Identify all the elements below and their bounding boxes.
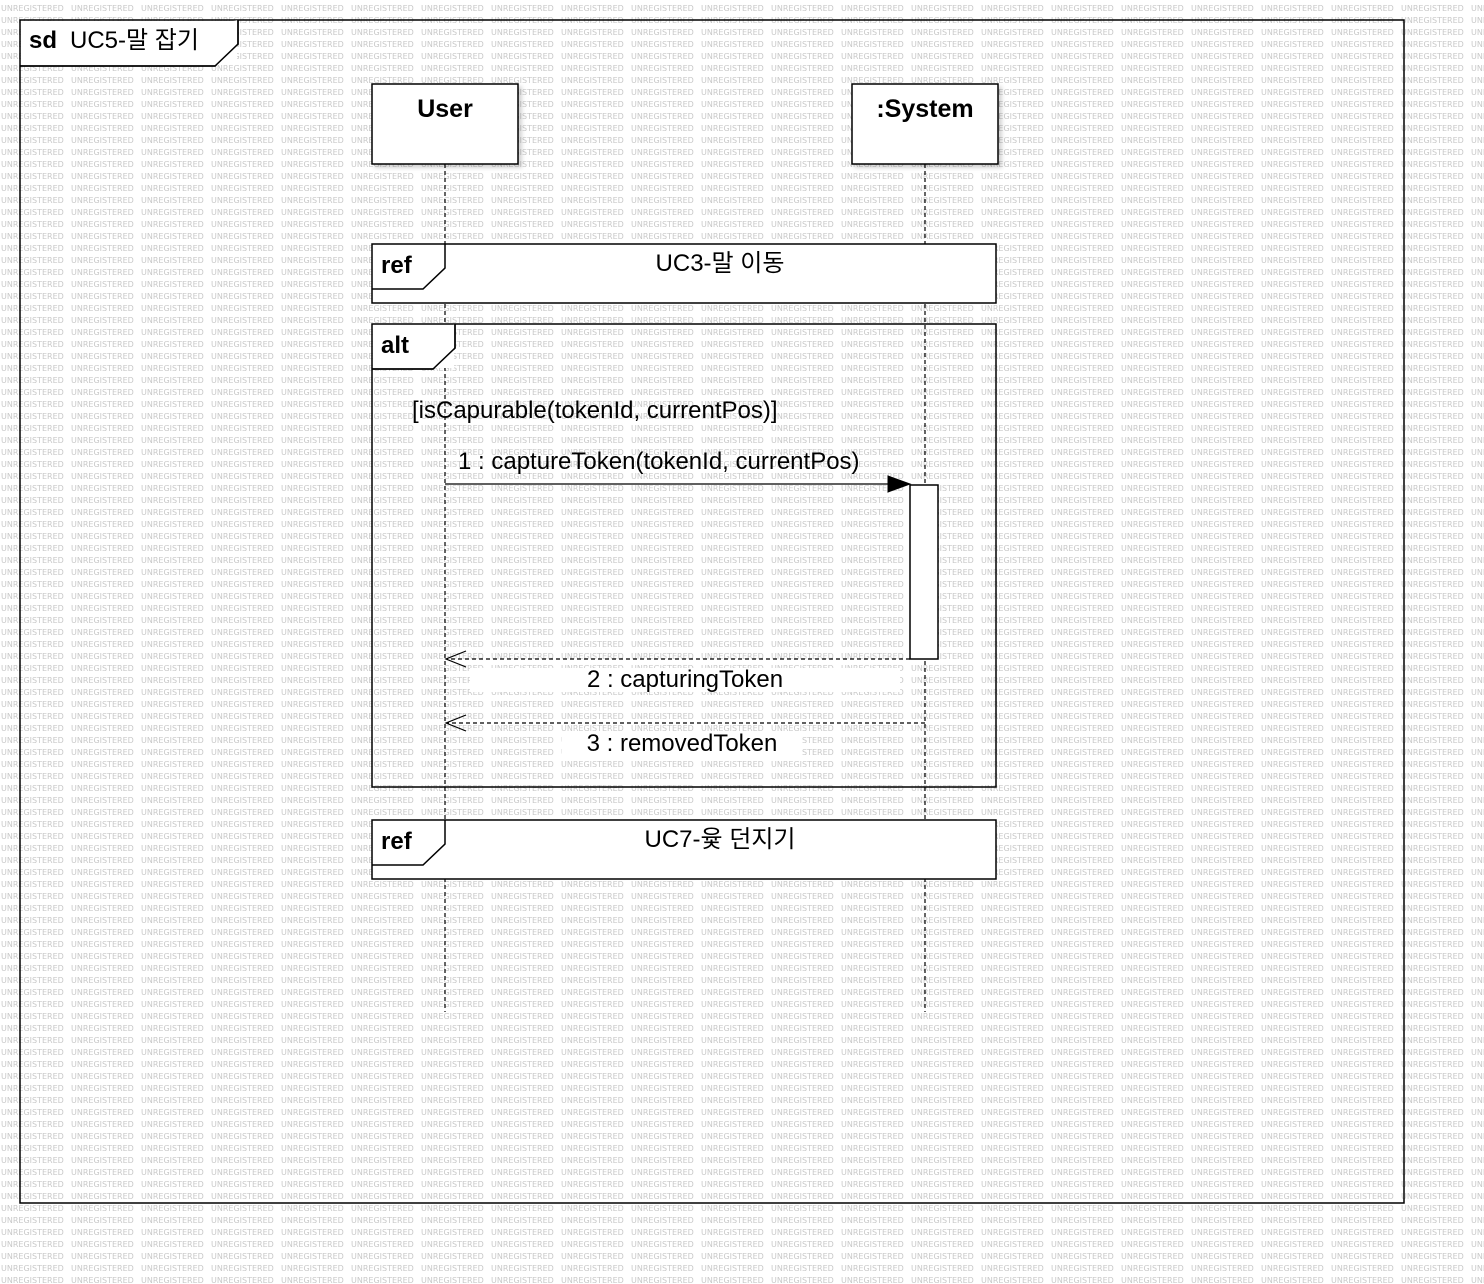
sd-frame-title: UC5-말 잡기 — [70, 27, 199, 54]
message-3-label: 3 : removedToken — [562, 732, 802, 756]
sd-frame-keyword: sd — [29, 27, 58, 54]
sequence-diagram-canvas: UNREGISTERED — [0, 0, 1484, 1284]
ref-fragment-uc3-label: UC3-말 이동 — [655, 250, 785, 277]
alt-fragment-operator: alt — [381, 332, 410, 359]
system-activation-bar[interactable] — [909, 484, 939, 660]
ref-fragment-uc7-label: UC7-윷 던지기 — [644, 826, 796, 853]
ref-fragment-uc7-operator: ref — [381, 828, 412, 855]
user-lifeline-name: User — [417, 95, 473, 123]
ref-fragment-uc3-operator: ref — [381, 252, 412, 279]
alt-fragment[interactable] — [371, 323, 997, 788]
message-1-label: 1 : captureToken(tokenId, currentPos) — [458, 448, 860, 475]
message-1-arrowhead — [887, 475, 912, 493]
system-lifeline-name: :System — [876, 95, 974, 123]
message-2-label: 2 : capturingToken — [470, 668, 900, 692]
message-2-arrowhead — [444, 650, 467, 668]
alt-guard-condition: [isCapurable(tokenId, currentPos)] — [412, 397, 778, 424]
sd-frame[interactable] — [19, 19, 1405, 1204]
diagram-shapes — [19, 19, 1405, 1204]
